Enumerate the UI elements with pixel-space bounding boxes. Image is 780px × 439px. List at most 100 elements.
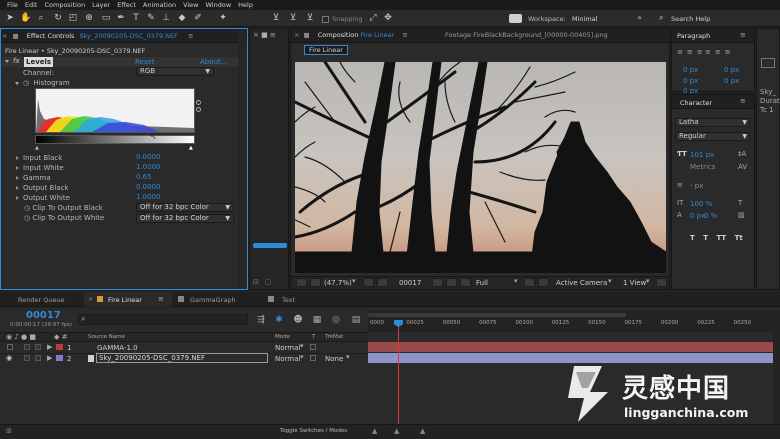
workspace-menu-icon[interactable]: »	[637, 13, 642, 22]
world-axis-icon[interactable]: ⊻	[287, 12, 299, 24]
snapping-checkbox[interactable]	[322, 16, 329, 23]
view-layout-dropdown[interactable]: 1 View	[623, 279, 646, 287]
menu-animation[interactable]: Animation	[143, 0, 176, 10]
histogram-options-icon-2[interactable]	[196, 107, 201, 112]
fx-icon[interactable]: fx	[13, 57, 20, 65]
roto-brush-tool-icon[interactable]: ✐	[192, 12, 204, 24]
zoom-out-icon[interactable]: ▲	[372, 427, 377, 435]
histogram-options-icon[interactable]	[196, 100, 201, 105]
leading-value[interactable]: - px	[690, 182, 703, 190]
tab-fire-linear[interactable]: × Fire Linear ≡	[84, 292, 172, 307]
lock-icon[interactable]: ■	[13, 32, 19, 40]
faux-italic-button[interactable]: T	[703, 234, 708, 242]
draft-3d-icon[interactable]: ✱	[273, 314, 285, 326]
indent-left-value[interactable]: 0 px	[683, 66, 698, 74]
tab-render-queue[interactable]: Render Queue	[18, 296, 65, 304]
effect-controls-tab[interactable]: × ■ Effect Controls Sky_20090205-DSC_037…	[2, 29, 248, 43]
rotate-tool-icon[interactable]: ↻	[52, 12, 64, 24]
safe-margins-icon[interactable]	[363, 278, 374, 287]
lock-toggle[interactable]	[35, 344, 41, 350]
lock-toggle[interactable]	[35, 355, 41, 361]
always-preview-icon[interactable]	[296, 278, 307, 287]
tab-text[interactable]: Text	[282, 296, 295, 304]
workspace-value[interactable]: Minimal	[572, 15, 597, 23]
font-style-dropdown[interactable]: Regular ▼	[675, 132, 750, 141]
character-title[interactable]: Character	[680, 99, 712, 107]
preserve-transparency-toggle[interactable]	[310, 344, 316, 350]
region-of-interest-icon[interactable]	[524, 278, 535, 287]
output-white-value[interactable]: 1.0000	[136, 193, 161, 201]
menu-help[interactable]: Help	[238, 0, 253, 10]
close-icon[interactable]: ×	[2, 32, 7, 40]
trkmat-header[interactable]: TrkMat	[325, 334, 343, 340]
output-black-slider-icon[interactable]: ▲	[35, 145, 41, 151]
faux-style-buttons[interactable]: T T TT Tt	[690, 234, 743, 242]
eraser-tool-icon[interactable]: ◆	[176, 12, 188, 24]
shy-layers-icon[interactable]: ☻	[292, 314, 304, 326]
paragraph-title[interactable]: Paragraph	[677, 32, 710, 40]
layer-name-input[interactable]: Sky_20090205-DSC_0379.NEF	[96, 353, 268, 363]
show-channel-icon[interactable]	[460, 278, 471, 287]
close-icon[interactable]: ×	[88, 296, 93, 303]
camera-dropdown[interactable]: Active Camera	[556, 279, 607, 287]
comp-mini-flowchart-icon[interactable]: ⇶	[255, 314, 267, 326]
output-white-slider-icon[interactable]: ▲	[189, 145, 195, 151]
zoom-level[interactable]: (47.7%)	[324, 279, 352, 287]
graph-editor-icon[interactable]: ▤	[350, 314, 362, 326]
justify-buttons[interactable]: ≡≡≡	[705, 48, 735, 56]
space-after-value[interactable]: 0 px	[724, 77, 739, 85]
motion-blur-icon[interactable]: ◎	[330, 314, 342, 326]
collapsed-panel-footer-icon[interactable]: ⊟	[253, 278, 259, 286]
composition-tab[interactable]: × ■ Composition Fire Linear ≡	[294, 31, 408, 39]
input-black-value[interactable]: 0.0000	[136, 153, 161, 161]
expand-levels-icon[interactable]	[5, 60, 9, 63]
show-snapshot-icon[interactable]	[446, 278, 457, 287]
eye-icon[interactable]: ◉	[6, 354, 12, 362]
levels-effect-header[interactable]: fx Levels Reset About...	[2, 57, 246, 67]
layer-color-swatch[interactable]	[56, 355, 63, 361]
gamma-value[interactable]: 0.65	[136, 173, 152, 181]
comp-navigator-label[interactable]: Fire Linear	[304, 45, 348, 55]
timeline-timecode[interactable]: 00017	[26, 310, 61, 321]
current-frame[interactable]: 00017	[399, 279, 421, 287]
chevron-down-icon[interactable]: ▾	[346, 353, 350, 361]
menu-layer[interactable]: Layer	[92, 0, 110, 10]
histogram-row[interactable]: ◷ Histogram	[15, 79, 70, 87]
timeline-scrollbar[interactable]	[773, 332, 780, 424]
project-panel-menu-icon[interactable]	[761, 58, 775, 68]
small-caps-button[interactable]: Tt	[735, 234, 743, 242]
collapsed-panel-footer-icon-2[interactable]: ▢	[265, 278, 272, 286]
menu-file[interactable]: File	[7, 0, 18, 10]
hand-tool-icon[interactable]: ✋	[20, 12, 32, 24]
histogram[interactable]	[35, 88, 195, 133]
effect-controls-scrollbar[interactable]	[238, 30, 246, 288]
layer-switches-icon[interactable]: ⊞	[6, 427, 12, 435]
resolution-dropdown[interactable]: Full	[476, 279, 488, 287]
rectangle-tool-icon[interactable]: ▭	[100, 12, 112, 24]
puppet-pin-tool-icon[interactable]: ✦	[217, 12, 229, 24]
work-area-bar[interactable]	[368, 313, 626, 317]
view-axis-icon[interactable]: ⊻	[304, 12, 316, 24]
clip-white-dropdown[interactable]: Off for 32 bpc Color ▼	[136, 214, 234, 223]
layer-color-swatch[interactable]	[56, 344, 63, 350]
type-tool-icon[interactable]: T	[130, 12, 142, 24]
chevron-down-icon[interactable]: ▾	[300, 342, 304, 350]
vertical-scale-value[interactable]: 100 %	[690, 200, 712, 208]
pen-tool-icon[interactable]: ✒	[115, 12, 127, 24]
chevron-down-icon[interactable]: ▾	[352, 277, 356, 285]
close-icon[interactable]: ×	[294, 31, 299, 39]
expand-layer-icon[interactable]: ▶	[47, 343, 52, 351]
solo-toggle[interactable]	[24, 344, 30, 350]
panel-menu-icon[interactable]: ≡	[402, 31, 407, 39]
indent-right-value[interactable]: 0 px	[724, 66, 739, 74]
composition-preview[interactable]	[295, 62, 666, 273]
output-black-value[interactable]: 0.0000	[136, 183, 161, 191]
layer-1-track-bar[interactable]	[368, 342, 773, 352]
panel-menu-icon[interactable]: ≡	[740, 31, 746, 39]
toggle-pixel-aspect-icon[interactable]	[656, 278, 667, 287]
chevron-down-icon[interactable]: ▾	[608, 277, 612, 285]
faux-bold-button[interactable]: T	[690, 234, 695, 242]
panel-menu-icon[interactable]: ≡	[188, 32, 193, 40]
collapsed-panel-slider[interactable]	[253, 243, 287, 248]
tab-gammagraph[interactable]: GammaGraph	[190, 296, 236, 304]
